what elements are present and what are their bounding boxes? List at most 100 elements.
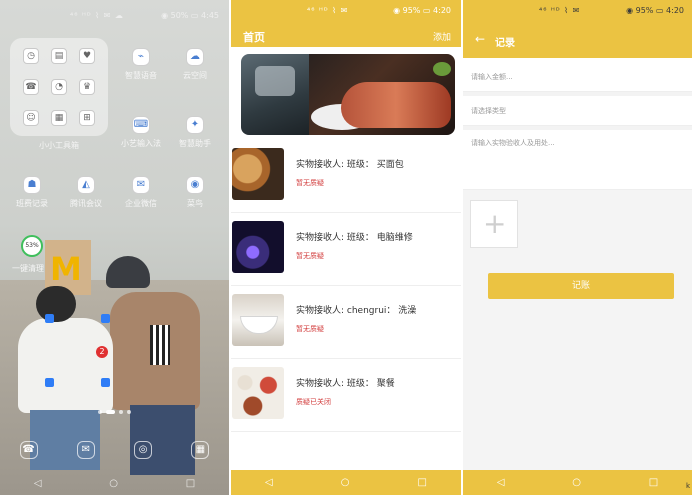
app-voice[interactable]: ⌁ 智慧语音 — [121, 48, 161, 81]
class-fee-icon: ☗ — [23, 176, 41, 194]
header: ⁴⁶ ᴴᴰ ⌇ ✉ ◉ 95% ▭ 4:20 ← 记录 — [463, 0, 692, 58]
cloud-icon: ☁ — [186, 48, 204, 66]
signal-icons: ⁴⁶ ᴴᴰ ⌇ ✉ — [307, 6, 349, 15]
wallpaper-figure-left — [18, 318, 113, 413]
page-dot — [119, 410, 123, 414]
item-thumbnail — [232, 294, 284, 346]
back-nav-icon[interactable]: ◁ — [34, 478, 42, 489]
home-nav-icon[interactable]: ○ — [572, 477, 581, 488]
page-dot — [98, 410, 102, 414]
keyboard-icon: ⌨ — [132, 116, 150, 134]
back-arrow-icon[interactable]: ← — [475, 32, 485, 46]
submit-button[interactable]: 记账 — [488, 273, 674, 299]
shield-icon — [45, 314, 54, 323]
app-label: 菜鸟 — [187, 199, 203, 208]
page-dot-active — [106, 410, 115, 414]
record-screen: ⁴⁶ ᴴᴰ ⌇ ✉ ◉ 95% ▭ 4:20 ← 记录 请输入金额... 请选择… — [463, 0, 692, 495]
app-cainiao[interactable]: ◉ 菜鸟 — [175, 176, 215, 209]
voice-icon: ⌁ — [132, 48, 150, 66]
item-title: 实物接收人: 班级： 买面包 — [296, 160, 404, 170]
home-nav-icon[interactable]: ○ — [109, 478, 118, 489]
list-item[interactable]: 实物接收人: 班级： 买面包 暂无质疑 — [231, 140, 461, 213]
calendar-icon: ▤ — [51, 48, 67, 64]
apps-icon: ⊞ — [79, 110, 95, 126]
app-label: 班费记录 — [16, 199, 48, 208]
item-thumbnail — [232, 221, 284, 273]
battery-time: ◉ 95% ▭ 4:20 — [393, 6, 451, 15]
clock-icon: ◷ — [23, 48, 39, 64]
cleaner-widget[interactable]: 53% — [21, 235, 43, 257]
list-item[interactable]: 实物接收人: 班级： 聚餐 质疑已关闭 — [231, 359, 461, 432]
app-input-method[interactable]: ⌨ 小艺输入法 — [121, 116, 161, 149]
header: ⁴⁶ ᴴᴰ ⌇ ✉ ◉ 95% ▭ 4:20 首页 添加 — [231, 0, 461, 47]
gauge-icon: ◔ — [51, 79, 67, 95]
amount-input[interactable]: 请输入金额... — [463, 62, 692, 92]
back-nav-icon[interactable]: ◁ — [497, 477, 505, 488]
corner-text: k — [686, 482, 691, 490]
nav-bar: ◁ ○ □ — [463, 470, 692, 495]
recent-nav-icon[interactable]: □ — [649, 477, 658, 488]
cainiao-icon: ◉ — [186, 176, 204, 194]
list-item[interactable]: 实物接收人: 班级： 电脑维修 暂无质疑 — [231, 213, 461, 286]
recent-nav-icon[interactable]: □ — [186, 478, 195, 489]
home-nav-icon[interactable]: ○ — [341, 477, 350, 488]
item-status: 质疑已关闭 — [296, 398, 331, 406]
note-textarea[interactable]: 请输入实物验收人及用处... — [463, 130, 692, 190]
app-label: 智慧语音 — [125, 71, 157, 80]
gallery-icon[interactable]: ▦ — [191, 441, 210, 459]
camera-icon[interactable]: ◎ — [134, 441, 153, 459]
app-tencent-meeting[interactable]: ◭ 腾讯会议 — [66, 176, 106, 209]
shield-icon — [45, 378, 54, 387]
add-button[interactable]: 添加 — [433, 30, 451, 43]
message-icon[interactable]: ✉ — [76, 441, 95, 459]
item-title: 实物接收人: 班级： 聚餐 — [296, 379, 395, 389]
app-wecom[interactable]: ✉ 企业微信 — [121, 176, 161, 209]
item-status: 暂无质疑 — [296, 252, 324, 260]
signal-icons: ⁴⁶ ᴴᴰ ⌇ ✉ ☁ — [70, 11, 124, 20]
person-icon: ☺ — [23, 110, 39, 126]
shield-icon — [101, 378, 110, 387]
notification-badge: 2 — [96, 346, 108, 358]
page-title: 记录 — [495, 38, 515, 49]
wallpaper-logo: M — [50, 250, 82, 288]
app-label: 云空间 — [183, 71, 207, 80]
app-label: 智慧助手 — [179, 139, 211, 148]
item-thumbnail — [232, 367, 284, 419]
app-class-fee[interactable]: ☗ 班费记录 — [12, 176, 52, 209]
app-label: 腾讯会议 — [70, 199, 102, 208]
phone-icon[interactable]: ☎ — [19, 441, 38, 459]
nav-bar: ◁ ○ □ — [231, 470, 461, 495]
wallpaper-head — [36, 286, 76, 322]
image-upload[interactable]: + — [470, 200, 518, 248]
meeting-icon: ◭ — [77, 176, 95, 194]
list-screen: ⁴⁶ ᴴᴰ ⌇ ✉ ◉ 95% ▭ 4:20 首页 添加 实物接收人: 班级： … — [231, 0, 461, 495]
status-bar: ⁴⁶ ᴴᴰ ⌇ ✉ ◉ 95% ▭ 4:20 — [231, 0, 461, 24]
item-title: 实物接收人: 班级： 电脑维修 — [296, 233, 413, 243]
home-screen: ⁴⁶ ᴴᴰ ⌇ ✉ ☁ ◉ 50% ▭ 4:45 ◷ ▤ ♥ ☎ ◔ ♛ ☺ ▦… — [0, 0, 229, 495]
app-cloud[interactable]: ☁ 云空间 — [175, 48, 215, 81]
banner-image[interactable] — [241, 54, 455, 135]
wallpaper-stripe — [150, 325, 170, 365]
back-nav-icon[interactable]: ◁ — [265, 477, 273, 488]
banner-restaurant — [241, 54, 309, 135]
app-assistant[interactable]: ✦ 智慧助手 — [175, 116, 215, 149]
grid-icon: ▦ — [51, 110, 67, 126]
app-label: 小艺输入法 — [121, 139, 161, 148]
list-item[interactable]: 实物接收人: chengrui： 洗澡 暂无质疑 — [231, 286, 461, 359]
phone-icon: ☎ — [23, 79, 39, 95]
battery-time: ◉ 95% ▭ 4:20 — [626, 6, 684, 15]
dock: ☎ ✉ ◎ ▦ — [0, 432, 229, 468]
status-bar: ⁴⁶ ᴴᴰ ⌇ ✉ ◉ 95% ▭ 4:20 — [463, 0, 692, 24]
assistant-icon: ✦ — [186, 116, 204, 134]
status-bar: ⁴⁶ ᴴᴰ ⌇ ✉ ☁ ◉ 50% ▭ 4:45 — [0, 0, 229, 30]
tool-folder[interactable]: ◷ ▤ ♥ ☎ ◔ ♛ ☺ ▦ ⊞ — [10, 38, 108, 136]
heart-icon: ♥ — [79, 48, 95, 64]
sink-shape — [240, 316, 278, 334]
recent-nav-icon[interactable]: □ — [418, 477, 427, 488]
nav-bar: ◁ ○ □ — [0, 472, 229, 495]
screenshot-root: ⁴⁶ ᴴᴰ ⌇ ✉ ☁ ◉ 50% ▭ 4:45 ◷ ▤ ♥ ☎ ◔ ♛ ☺ ▦… — [0, 0, 692, 495]
banner-herb — [433, 62, 451, 76]
type-select[interactable]: 请选择类型 — [463, 96, 692, 126]
banner-lamp — [255, 66, 295, 96]
cleaner-label: 一键清理 — [12, 264, 44, 273]
